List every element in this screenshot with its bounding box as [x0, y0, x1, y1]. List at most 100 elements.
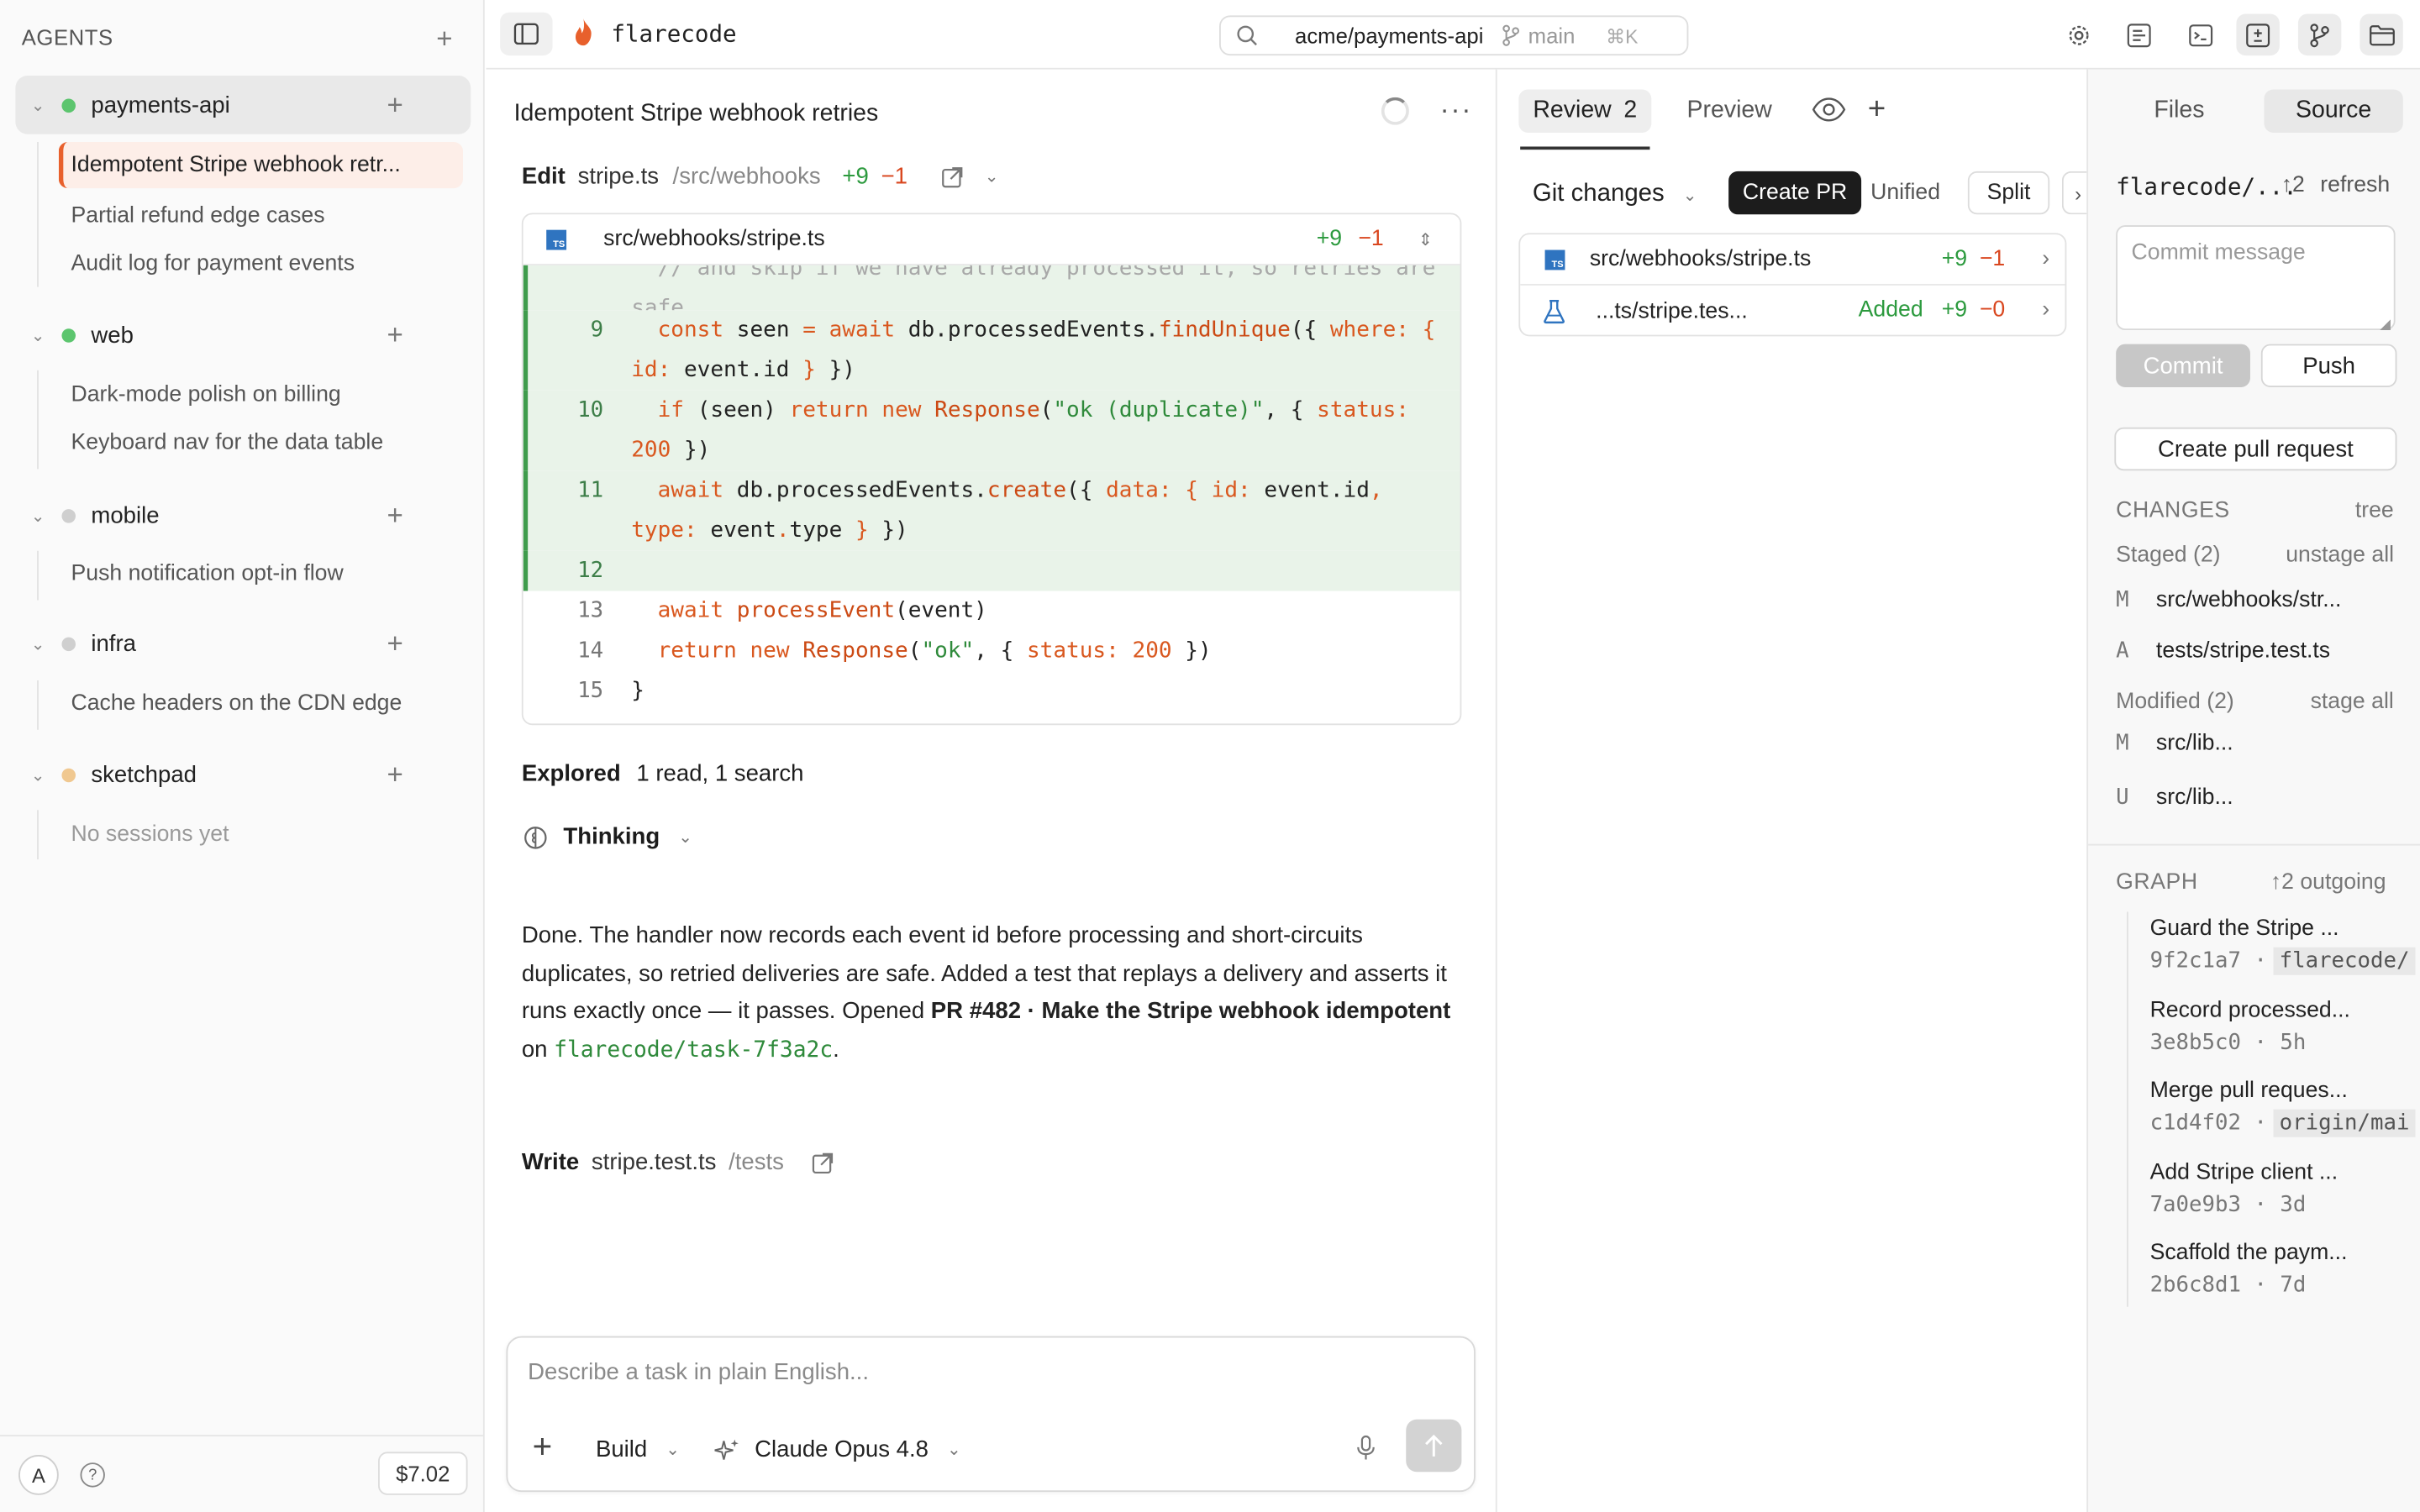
mode-select[interactable]: Build ⌄: [596, 1436, 680, 1462]
message-text: on: [521, 1036, 555, 1063]
status-dot: [61, 328, 76, 342]
model-select[interactable]: Claude Opus 4.8 ⌄: [714, 1436, 961, 1462]
attach-plus-button[interactable]: +: [533, 1430, 553, 1464]
session-item[interactable]: Idempotent Stripe webhook retr...: [58, 141, 464, 189]
project-payments-api[interactable]: ⌄ payments-api +: [15, 76, 471, 134]
folder-icon[interactable]: [2360, 13, 2403, 56]
chevron-down-icon[interactable]: ⌄: [31, 764, 53, 785]
repo-search[interactable]: acme/payments-api main ⌘K: [1219, 15, 1689, 56]
commit-item[interactable]: Guard the Stripe ... 9f2c1a7 · flarecode/…: [2150, 916, 2420, 975]
add-tab-button[interactable]: +: [1863, 94, 1891, 125]
review-tabs: Review 2 Preview +: [1497, 70, 2088, 150]
expand-icon[interactable]: ⇕: [1418, 229, 1433, 249]
thinking-toggle[interactable]: Thinking ⌄: [523, 823, 692, 851]
terminal-icon[interactable]: [2179, 14, 2222, 56]
commit-item[interactable]: Record processed... 3e8b5c0 · 5h A: [2150, 998, 2420, 1055]
tree-view-toggle[interactable]: tree: [2355, 498, 2394, 522]
sidebar-toggle-icon[interactable]: [500, 12, 553, 56]
open-external-icon[interactable]: [941, 165, 963, 187]
new-session-button[interactable]: +: [381, 501, 409, 529]
session-item[interactable]: Keyboard nav for the data table: [59, 420, 463, 466]
session-item[interactable]: Partial refund edge cases: [59, 193, 463, 239]
modified-file[interactable]: M src/lib...: [2116, 732, 2233, 756]
tab-review-label: Review: [1533, 97, 1612, 123]
branch-link[interactable]: flarecode/task-7f3a2c: [554, 1038, 833, 1063]
cost-badge[interactable]: $7.02: [378, 1452, 468, 1495]
task-input[interactable]: Describe a task in plain English...: [528, 1359, 869, 1385]
new-agent-button[interactable]: +: [430, 24, 458, 52]
unstage-all-button[interactable]: unstage all: [2286, 543, 2394, 568]
staged-file[interactable]: M src/webhooks/str...: [2116, 588, 2341, 612]
create-pull-request-button[interactable]: Create pull request: [2114, 427, 2397, 471]
tab-files[interactable]: Files: [2110, 90, 2249, 133]
changed-file-row[interactable]: TS src/webhooks/stripe.ts +9 −1 ›: [1520, 234, 2065, 286]
chevron-down-icon[interactable]: ⌄: [985, 166, 999, 186]
session-item[interactable]: Push notification opt-in flow: [59, 551, 463, 597]
chevron-down-icon: ⌄: [1682, 186, 1697, 205]
code-line: 14 return new Response("ok", { status: 2…: [577, 638, 1212, 664]
chevron-down-icon[interactable]: ⌄: [31, 95, 53, 115]
thinking-label: Thinking: [563, 823, 660, 851]
project-sketchpad[interactable]: ⌄ sketchpad +: [15, 745, 471, 804]
git-branch-icon[interactable]: [2297, 13, 2342, 56]
modified-label: Modified (2): [2116, 690, 2234, 715]
new-session-button[interactable]: +: [381, 321, 409, 349]
eye-icon[interactable]: [1812, 97, 1846, 122]
chevron-down-icon[interactable]: ⌄: [31, 633, 53, 654]
diff-panel-icon[interactable]: [2236, 13, 2280, 56]
new-session-button[interactable]: +: [381, 91, 409, 118]
stage-all-button[interactable]: stage all: [2311, 690, 2394, 714]
refresh-link[interactable]: refresh: [2320, 173, 2390, 197]
resize-handle-icon[interactable]: ◢: [2380, 317, 2391, 333]
avatar[interactable]: A: [18, 1455, 59, 1495]
more-options-icon[interactable]: ···: [1440, 94, 1473, 127]
split-view-button[interactable]: Split: [1967, 171, 2050, 215]
explored-summary[interactable]: Explored 1 read, 1 search: [522, 761, 804, 787]
edit-tool-row[interactable]: Edit stripe.ts /src/webhooks +9 −1 ⌄: [522, 164, 999, 190]
new-session-button[interactable]: +: [381, 629, 409, 657]
help-icon[interactable]: ?: [80, 1462, 105, 1488]
session-item[interactable]: Audit log for payment events: [59, 241, 463, 287]
chevron-down-icon[interactable]: ⌄: [678, 827, 692, 847]
commit-message-input[interactable]: Commit message: [2116, 225, 2396, 331]
commit-age: 5h: [2280, 1030, 2307, 1056]
outline-icon[interactable]: [2118, 14, 2160, 56]
modified-file[interactable]: U src/lib...: [2116, 785, 2233, 810]
active-tab-indicator: [1520, 146, 1650, 150]
microphone-icon[interactable]: [1356, 1435, 1375, 1461]
tree-guide: [37, 810, 39, 860]
source-control-panel: Files Source flarecode/... ↑2 refresh Co…: [2086, 69, 2420, 1512]
project-infra[interactable]: ⌄ infra +: [15, 614, 471, 673]
push-button[interactable]: Push: [2260, 344, 2397, 388]
code-line: // and skip if we have already processed…: [523, 265, 1460, 321]
chevron-down-icon[interactable]: ⌄: [31, 506, 53, 525]
commit-item[interactable]: Scaffold the paym... 2b6c8d1 · 7d M: [2150, 1241, 2420, 1298]
staged-file[interactable]: A tests/stripe.test.ts: [2116, 638, 2330, 663]
commit-item[interactable]: Add Stripe client ... 7a0e9b3 · 3d A: [2150, 1160, 2420, 1217]
new-session-button[interactable]: +: [381, 761, 409, 789]
create-pr-button[interactable]: Create PR: [1728, 171, 1862, 215]
unified-view-button[interactable]: Unified: [1870, 181, 1940, 205]
commit-item[interactable]: Merge pull reques... c1d4f02 · origin/mai…: [2150, 1079, 2420, 1137]
tab-review[interactable]: Review 2: [1518, 89, 1652, 133]
commit-button[interactable]: Commit: [2116, 344, 2250, 388]
chevron-down-icon[interactable]: ⌄: [31, 325, 53, 344]
settings-gear-icon[interactable]: [2057, 14, 2100, 56]
commit-hash: 3e8b5c0: [2149, 1030, 2241, 1056]
open-external-icon[interactable]: [812, 1152, 834, 1173]
send-button[interactable]: [1406, 1419, 1462, 1473]
tab-source[interactable]: Source: [2264, 89, 2403, 133]
tab-preview[interactable]: Preview: [1687, 97, 1772, 125]
write-tool-row[interactable]: Write stripe.test.ts /tests: [522, 1149, 834, 1176]
empty-sessions-note: No sessions yet: [71, 822, 229, 848]
file-status: M: [2116, 587, 2129, 613]
changed-file-row[interactable]: ...ts/stripe.tes... Added +9 −0 ›: [1520, 286, 2065, 335]
session-item[interactable]: Cache headers on the CDN edge: [59, 680, 463, 727]
status-dot: [61, 767, 76, 782]
task-composer[interactable]: Describe a task in plain English... + Bu…: [506, 1336, 1476, 1493]
git-changes-select[interactable]: Git changes ⌄: [1533, 181, 1697, 208]
project-web[interactable]: ⌄ web +: [15, 306, 471, 365]
project-mobile[interactable]: ⌄ mobile +: [15, 486, 471, 545]
pr-link[interactable]: PR #482 · Make the Stripe webhook idempo…: [931, 999, 1451, 1025]
session-item[interactable]: Dark-mode polish on billing: [59, 372, 463, 418]
